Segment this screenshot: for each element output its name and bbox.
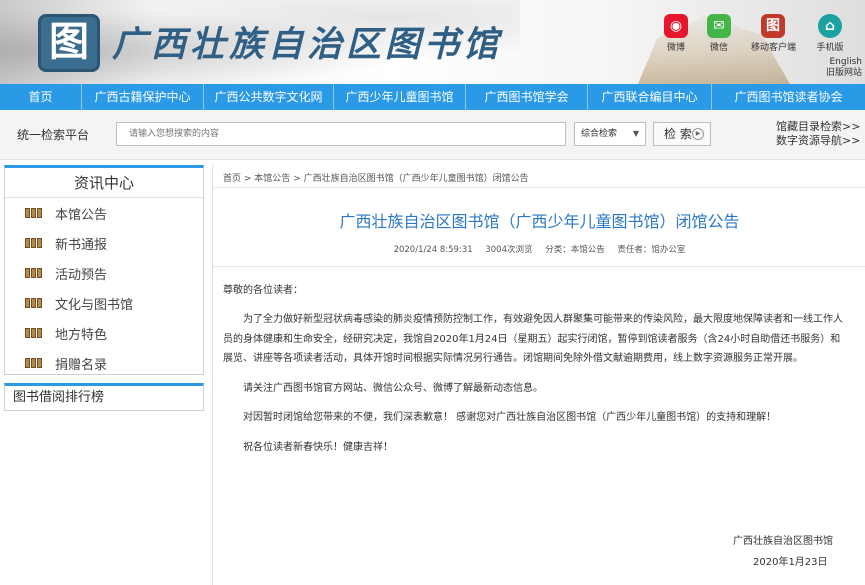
nav-item-cataloging-center[interactable]: 广西联合编目中心 <box>588 84 712 110</box>
digital-resources-link[interactable]: 数字资源导航>> <box>776 134 862 148</box>
search-scope-select[interactable]: 综合检索 ▼ <box>574 122 646 146</box>
mobile-site-label: 手机版 <box>816 43 844 53</box>
old-site-link[interactable]: 旧版网站 <box>806 68 862 79</box>
nav-item-home[interactable]: 首页 <box>0 84 82 110</box>
search-bar: 统一检索平台 综合检索 ▼ 检 索 ▶ 馆藏目录检索>> 数字资源导航>> <box>0 110 865 160</box>
breadcrumb-separator: > <box>243 174 255 184</box>
borrow-ranking-panel: 图书借阅排行榜 <box>4 383 204 411</box>
info-center-panel: 资讯中心 本馆公告 新书通报 活动预告 文化与图书馆 地方特色 捐赠名录 <box>4 165 204 375</box>
wechat-link[interactable]: ✉ 微信 <box>697 14 741 53</box>
sidebar-item-label: 捐赠名录 <box>55 357 108 373</box>
catalog-search-link[interactable]: 馆藏目录检索>> <box>776 120 862 134</box>
nav-item-reader-association[interactable]: 广西图书馆读者协会 <box>712 84 865 110</box>
weibo-label: 微博 <box>666 43 685 53</box>
wechat-icon: ✉ <box>707 14 731 38</box>
books-icon <box>25 298 47 308</box>
sidebar: 资讯中心 本馆公告 新书通报 活动预告 文化与图书馆 地方特色 捐赠名录 图书借… <box>4 165 204 411</box>
breadcrumb-announcements[interactable]: 本馆公告 <box>254 174 290 184</box>
sidebar-item-local[interactable]: 地方特色 <box>5 318 203 348</box>
article-title: 广西壮族自治区图书馆（广西少年儿童图书馆）闭馆公告 <box>339 212 740 231</box>
mobile-app-link[interactable]: 图 移动客户端 <box>751 14 797 53</box>
mobile-app-label: 移动客户端 <box>751 43 797 53</box>
english-link[interactable]: English <box>806 57 863 68</box>
site-header: 图 广西壮族自治区图书馆 ◉ 微博 ✉ 微信 图 移动客户端 ⌂ 手机版 Eng… <box>0 0 865 84</box>
search-platform-label: 统一检索平台 <box>17 128 90 142</box>
wechat-label: 微信 <box>709 43 728 53</box>
sidebar-item-donations[interactable]: 捐赠名录 <box>5 348 203 378</box>
mobile-site-link[interactable]: ⌂ 手机版 <box>808 14 852 53</box>
breadcrumb-separator: > <box>293 174 304 184</box>
article-signature-org: 广西壮族自治区图书馆 <box>733 536 833 547</box>
article-greeting: 尊敬的各位读者： <box>223 285 303 296</box>
books-icon <box>25 268 47 278</box>
sidebar-item-events[interactable]: 活动预告 <box>5 258 203 288</box>
books-icon <box>25 358 47 368</box>
nav-item-digital-culture[interactable]: 广西公共数字文化网 <box>204 84 334 110</box>
sidebar-item-label: 文化与图书馆 <box>55 297 134 313</box>
divider <box>213 187 865 188</box>
mobile-app-icon: 图 <box>761 14 785 38</box>
books-icon <box>25 238 47 248</box>
article-datetime: 2020/1/24 8:59:31 <box>393 245 473 255</box>
books-icon <box>25 208 47 218</box>
search-button-label: 检 索 <box>664 127 692 141</box>
nav-item-library-society[interactable]: 广西图书馆学会 <box>466 84 588 110</box>
info-center-title: 资讯中心 <box>5 168 203 198</box>
nav-item-ancient-books[interactable]: 广西古籍保护中心 <box>82 84 204 110</box>
article-paragraph: 祝各位读者新春快乐！健康吉祥！ <box>223 442 393 453</box>
weibo-icon: ◉ <box>664 14 688 38</box>
search-input[interactable] <box>116 122 566 146</box>
chevron-down-icon: ▼ <box>632 129 639 138</box>
article-category: 分类：本馆公告 <box>545 245 605 255</box>
article-area: 首页 > 本馆公告 > 广西壮族自治区图书馆（广西少年儿童图书馆）闭馆公告 广西… <box>212 165 865 585</box>
arrow-right-icon: ▶ <box>692 128 704 140</box>
mobile-site-icon: ⌂ <box>818 14 842 38</box>
sidebar-item-label: 活动预告 <box>55 267 108 283</box>
weibo-link[interactable]: ◉ 微博 <box>654 14 698 53</box>
article-editor: 责任者：馆办公室 <box>617 245 686 255</box>
search-button[interactable]: 检 索 ▶ <box>653 122 711 146</box>
sidebar-item-culture[interactable]: 文化与图书馆 <box>5 288 203 318</box>
article-meta: 2020/1/24 8:59:31 3004次浏览 分类：本馆公告 责任者：馆办… <box>213 243 865 255</box>
article-paragraph: 请关注广西图书馆官方网站、微信公众号、微博了解最新动态信息。 <box>223 383 543 394</box>
sidebar-item-label: 本馆公告 <box>55 207 108 223</box>
sidebar-item-label: 地方特色 <box>55 327 108 343</box>
borrow-ranking-title[interactable]: 图书借阅排行榜 <box>5 386 203 410</box>
books-icon <box>25 328 47 338</box>
sidebar-item-announcements[interactable]: 本馆公告 <box>5 198 203 228</box>
breadcrumb: 首页 > 本馆公告 > 广西壮族自治区图书馆（广西少年儿童图书馆）闭馆公告 <box>223 171 529 184</box>
nav-item-children-library[interactable]: 广西少年儿童图书馆 <box>334 84 466 110</box>
sidebar-item-new-books[interactable]: 新书通报 <box>5 228 203 258</box>
site-title[interactable]: 广西壮族自治区图书馆 <box>112 16 502 67</box>
search-scope-value: 综合检索 <box>581 129 618 139</box>
divider <box>213 266 865 267</box>
article-signature-date: 2020年1月23日 <box>753 557 828 568</box>
article-paragraph: 对因暂时闭馆给您带来的不便，我们深表歉意！ 感谢您对广西壮族自治区图书馆（广西少… <box>223 412 777 423</box>
breadcrumb-home[interactable]: 首页 <box>223 174 241 184</box>
article-paragraph: 为了全力做好新型冠状病毒感染的肺炎疫情预防控制工作，有效避免因人群聚集可能带来的… <box>223 314 843 364</box>
search-quick-links: 馆藏目录检索>> 数字资源导航>> <box>776 120 862 148</box>
breadcrumb-current: 广西壮族自治区图书馆（广西少年儿童图书馆）闭馆公告 <box>303 174 529 184</box>
library-logo-seal[interactable]: 图 <box>38 14 100 72</box>
sidebar-item-label: 新书通报 <box>55 237 108 253</box>
main-nav: 首页 广西古籍保护中心 广西公共数字文化网 广西少年儿童图书馆 广西图书馆学会 … <box>0 84 865 110</box>
language-links: English 旧版网站 <box>806 57 862 79</box>
article-views: 3004次浏览 <box>485 245 533 255</box>
